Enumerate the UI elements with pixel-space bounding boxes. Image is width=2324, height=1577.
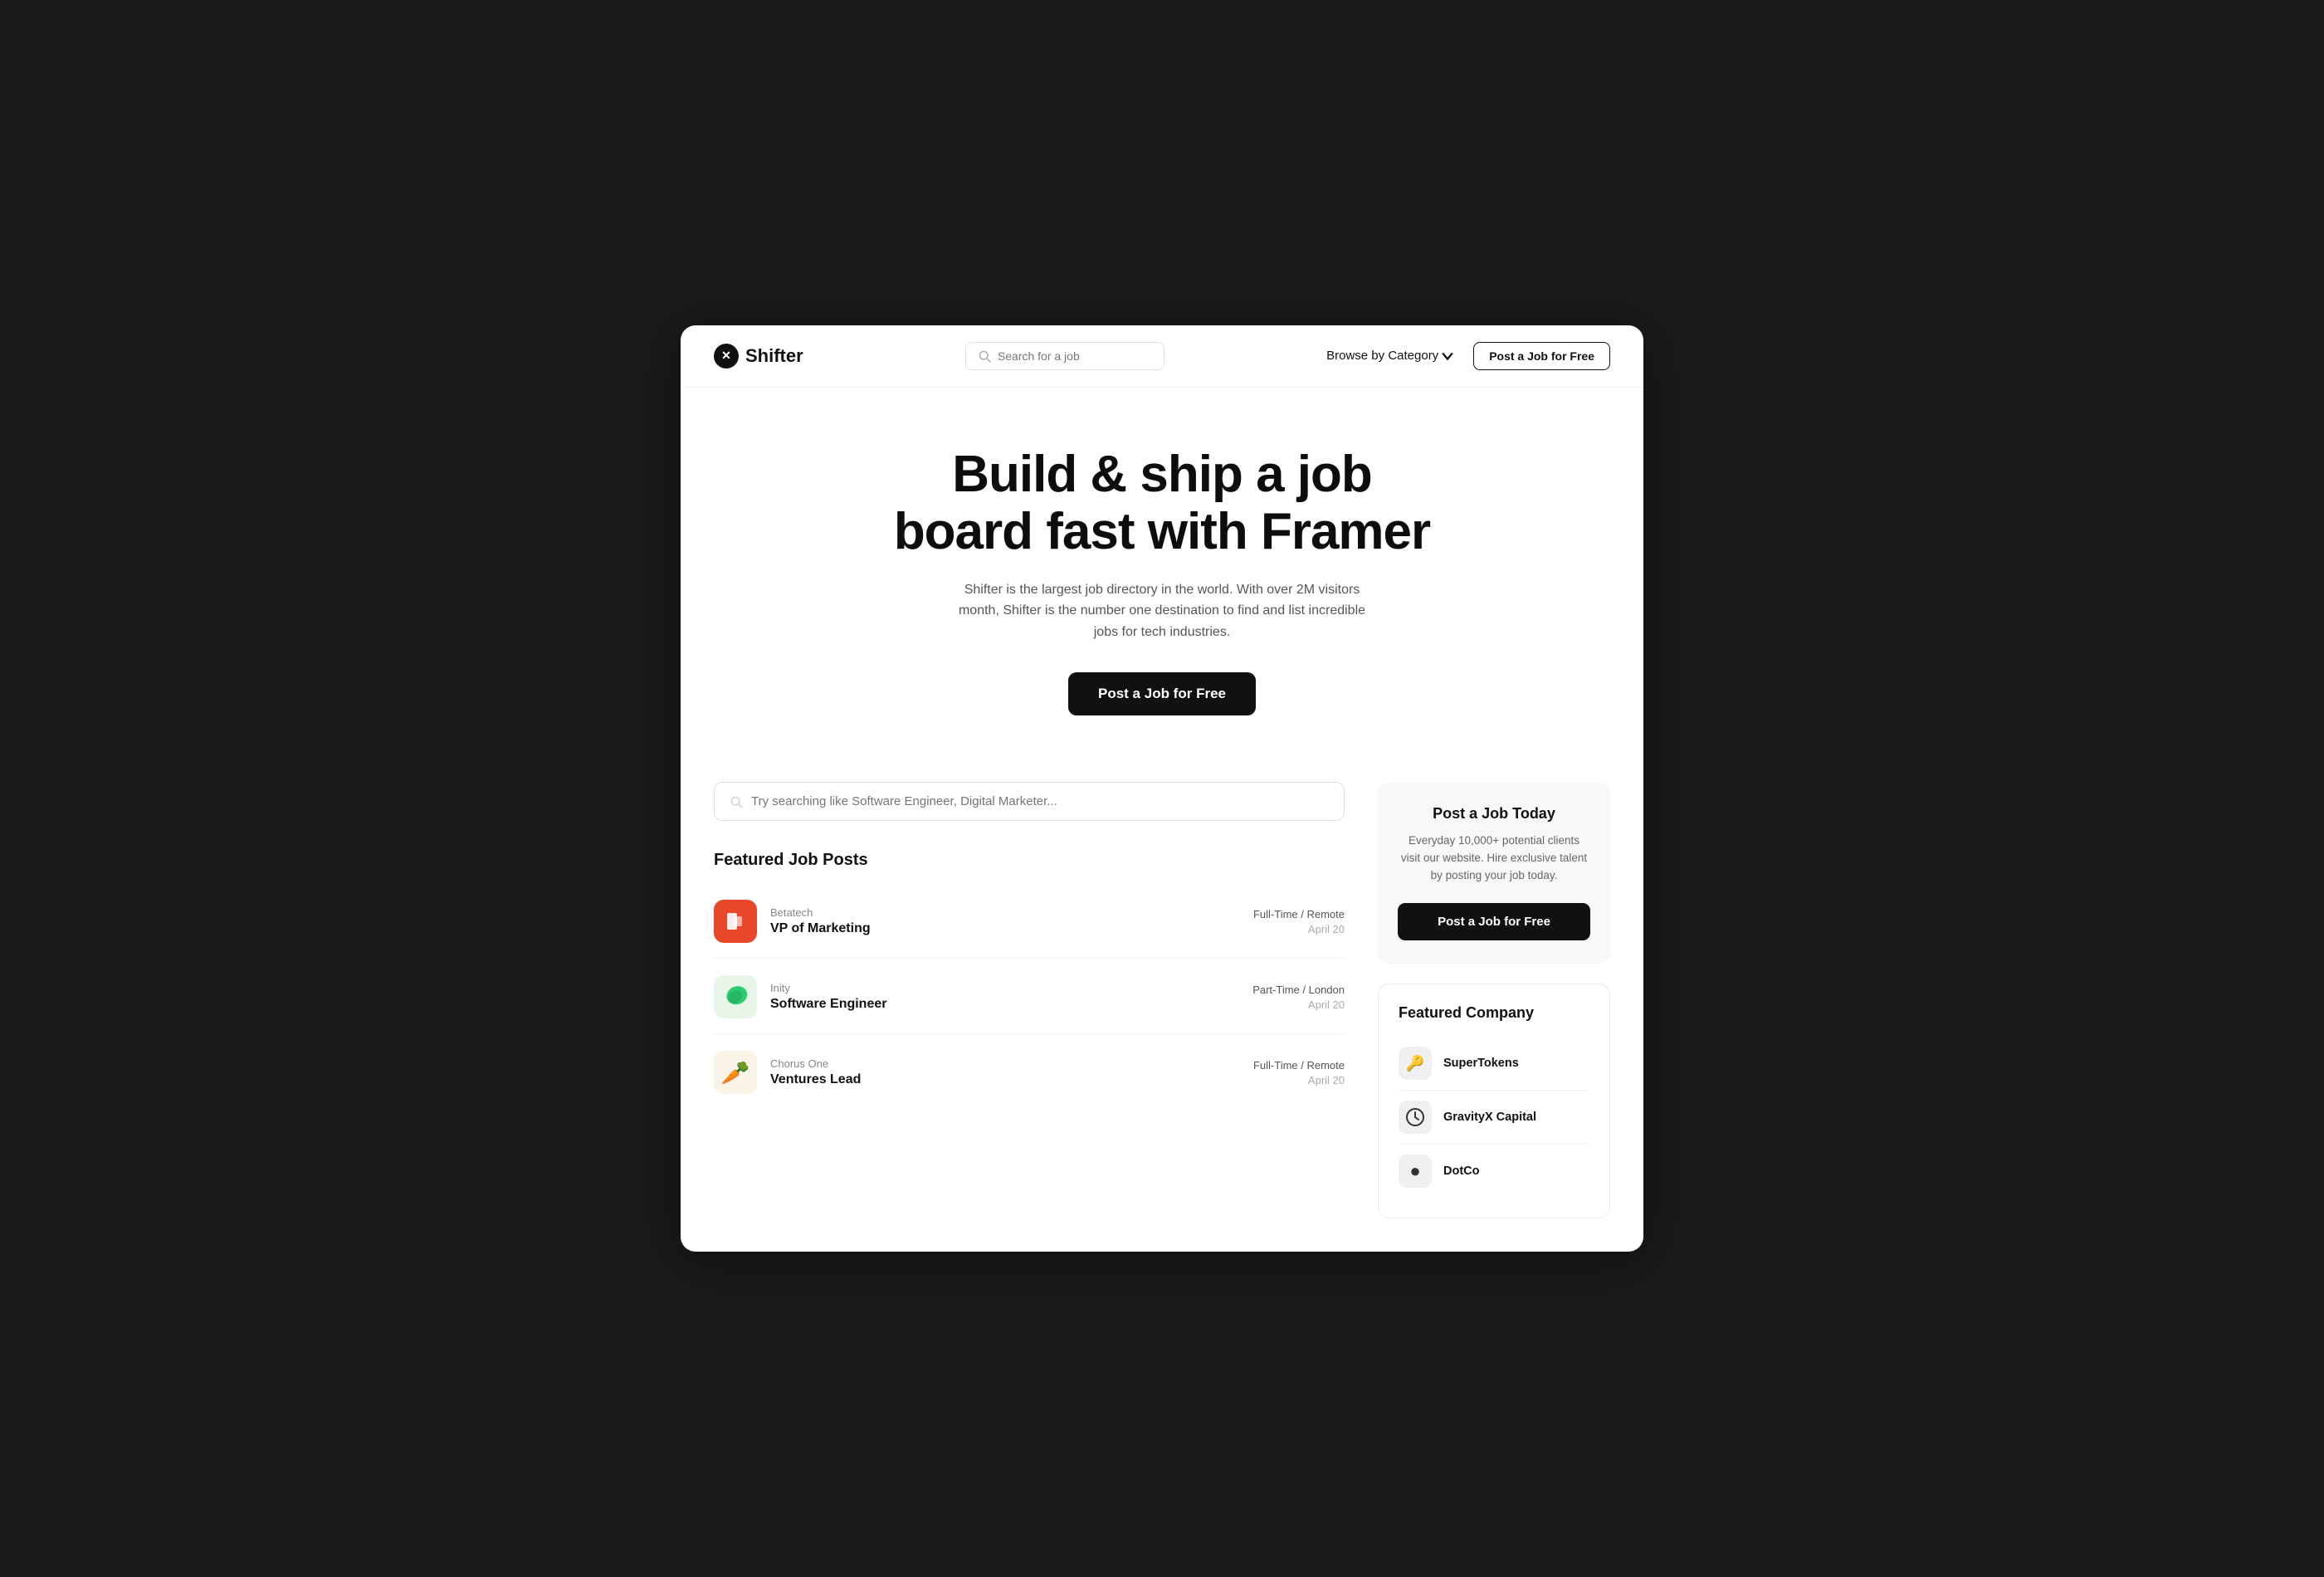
sidebar-card-description: Everyday 10,000+ potential clients visit… [1398,832,1590,885]
hero-subtitle: Shifter is the largest job directory in … [946,579,1378,643]
logo[interactable]: ✕ Shifter [714,344,803,369]
job-title: VP of Marketing [770,921,871,936]
job-info-inity: Inity Software Engineer [770,982,886,1012]
company-name-supertokens: SuperTokens [1443,1057,1519,1070]
company-name-dotco: DotCo [1443,1164,1480,1178]
chevron-down-icon [1442,350,1453,362]
job-title: Ventures Lead [770,1072,861,1087]
job-type: Full-Time / Remote [1253,908,1345,920]
job-item-betatech[interactable]: Betatech VP of Marketing Full-Time / Rem… [714,885,1345,959]
content-area: Featured Job Posts Betatech VP of Market… [681,765,1643,1252]
job-list: Betatech VP of Marketing Full-Time / Rem… [714,885,1345,1109]
logo-text: Shifter [745,345,803,367]
nav-search-input[interactable] [998,349,1152,363]
job-search-bar[interactable] [714,782,1345,821]
company-badge-supertokens: 🔑 [1399,1047,1432,1080]
sidebar: Post a Job Today Everyday 10,000+ potent… [1378,782,1610,1218]
featured-company-title: Featured Company [1399,1004,1589,1022]
job-search-icon [730,795,743,808]
hero-headline: Build & ship a job board fast with Frame… [714,446,1610,561]
hero-section: Build & ship a job board fast with Frame… [681,388,1643,766]
logo-icon: ✕ [714,344,739,369]
post-job-nav-button[interactable]: Post a Job for Free [1473,342,1610,370]
company-name: Chorus One [770,1057,861,1070]
company-logo-chorus: 🥕 [714,1051,757,1094]
job-right: Full-Time / Remote April 20 [1253,1059,1345,1086]
job-search-input[interactable] [751,794,1329,808]
nav-search-box[interactable] [965,342,1164,370]
main-column: Featured Job Posts Betatech VP of Market… [714,782,1345,1218]
job-item-inity[interactable]: Inity Software Engineer Part-Time / Lond… [714,960,1345,1034]
page-container: ✕ Shifter Browse by Category Post a Job … [681,325,1643,1252]
company-name: Inity [770,982,886,994]
company-row-supertokens[interactable]: 🔑 SuperTokens [1399,1037,1589,1091]
featured-jobs-title: Featured Job Posts [714,851,1345,870]
post-job-sidebar-button[interactable]: Post a Job for Free [1398,903,1590,940]
company-name: Betatech [770,906,871,919]
job-left: Betatech VP of Marketing [714,900,871,943]
company-row-dotco[interactable]: ● DotCo [1399,1145,1589,1198]
company-badge-gravityx [1399,1101,1432,1134]
browse-category-button[interactable]: Browse by Category [1326,349,1453,363]
post-job-hero-button[interactable]: Post a Job for Free [1068,672,1256,715]
job-left: 🥕 Chorus One Ventures Lead [714,1051,861,1094]
featured-company-card: Featured Company 🔑 SuperTokens GravityX … [1378,984,1610,1218]
company-row-gravityx[interactable]: GravityX Capital [1399,1091,1589,1145]
job-type: Full-Time / Remote [1253,1059,1345,1072]
search-icon [978,349,991,363]
job-date: April 20 [1253,1074,1345,1086]
job-title: Software Engineer [770,997,886,1012]
job-item-chorus[interactable]: 🥕 Chorus One Ventures Lead Full-Time / R… [714,1036,1345,1109]
job-right: Full-Time / Remote April 20 [1253,908,1345,935]
job-left: Inity Software Engineer [714,975,886,1018]
company-logo-inity [714,975,757,1018]
company-badge-dotco: ● [1399,1155,1432,1188]
job-right: Part-Time / London April 20 [1252,984,1345,1011]
company-logo-betatech [714,900,757,943]
job-info-chorus: Chorus One Ventures Lead [770,1057,861,1087]
job-type: Part-Time / London [1252,984,1345,996]
company-name-gravityx: GravityX Capital [1443,1111,1536,1124]
featured-jobs-section: Featured Job Posts Betatech VP of Market… [714,851,1345,1109]
nav-right: Browse by Category Post a Job for Free [1326,342,1610,370]
job-date: April 20 [1253,923,1345,935]
sidebar-card-title: Post a Job Today [1398,805,1590,823]
navbar: ✕ Shifter Browse by Category Post a Job … [681,325,1643,388]
chorus-logo-icon: 🥕 [721,1059,750,1086]
job-info-betatech: Betatech VP of Marketing [770,906,871,936]
post-job-sidebar-card: Post a Job Today Everyday 10,000+ potent… [1378,782,1610,964]
job-date: April 20 [1252,998,1345,1011]
